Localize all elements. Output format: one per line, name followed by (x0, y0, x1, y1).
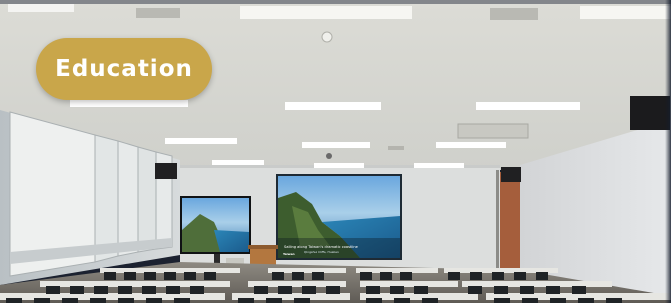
card-edge-shadow (665, 0, 671, 303)
main-projection-screen: Sailing along Taiwan's dramatic coastlin… (276, 174, 402, 260)
category-badge: Education (36, 38, 212, 100)
screen-caption: Sailing along Taiwan's dramatic coastlin… (284, 245, 359, 249)
screen-subcaption: Qingshui Cliffs, Hualien (304, 250, 339, 254)
education-card[interactable]: Sailing along Taiwan's dramatic coastlin… (0, 0, 671, 303)
screen-logo: Taiwan (283, 252, 295, 256)
